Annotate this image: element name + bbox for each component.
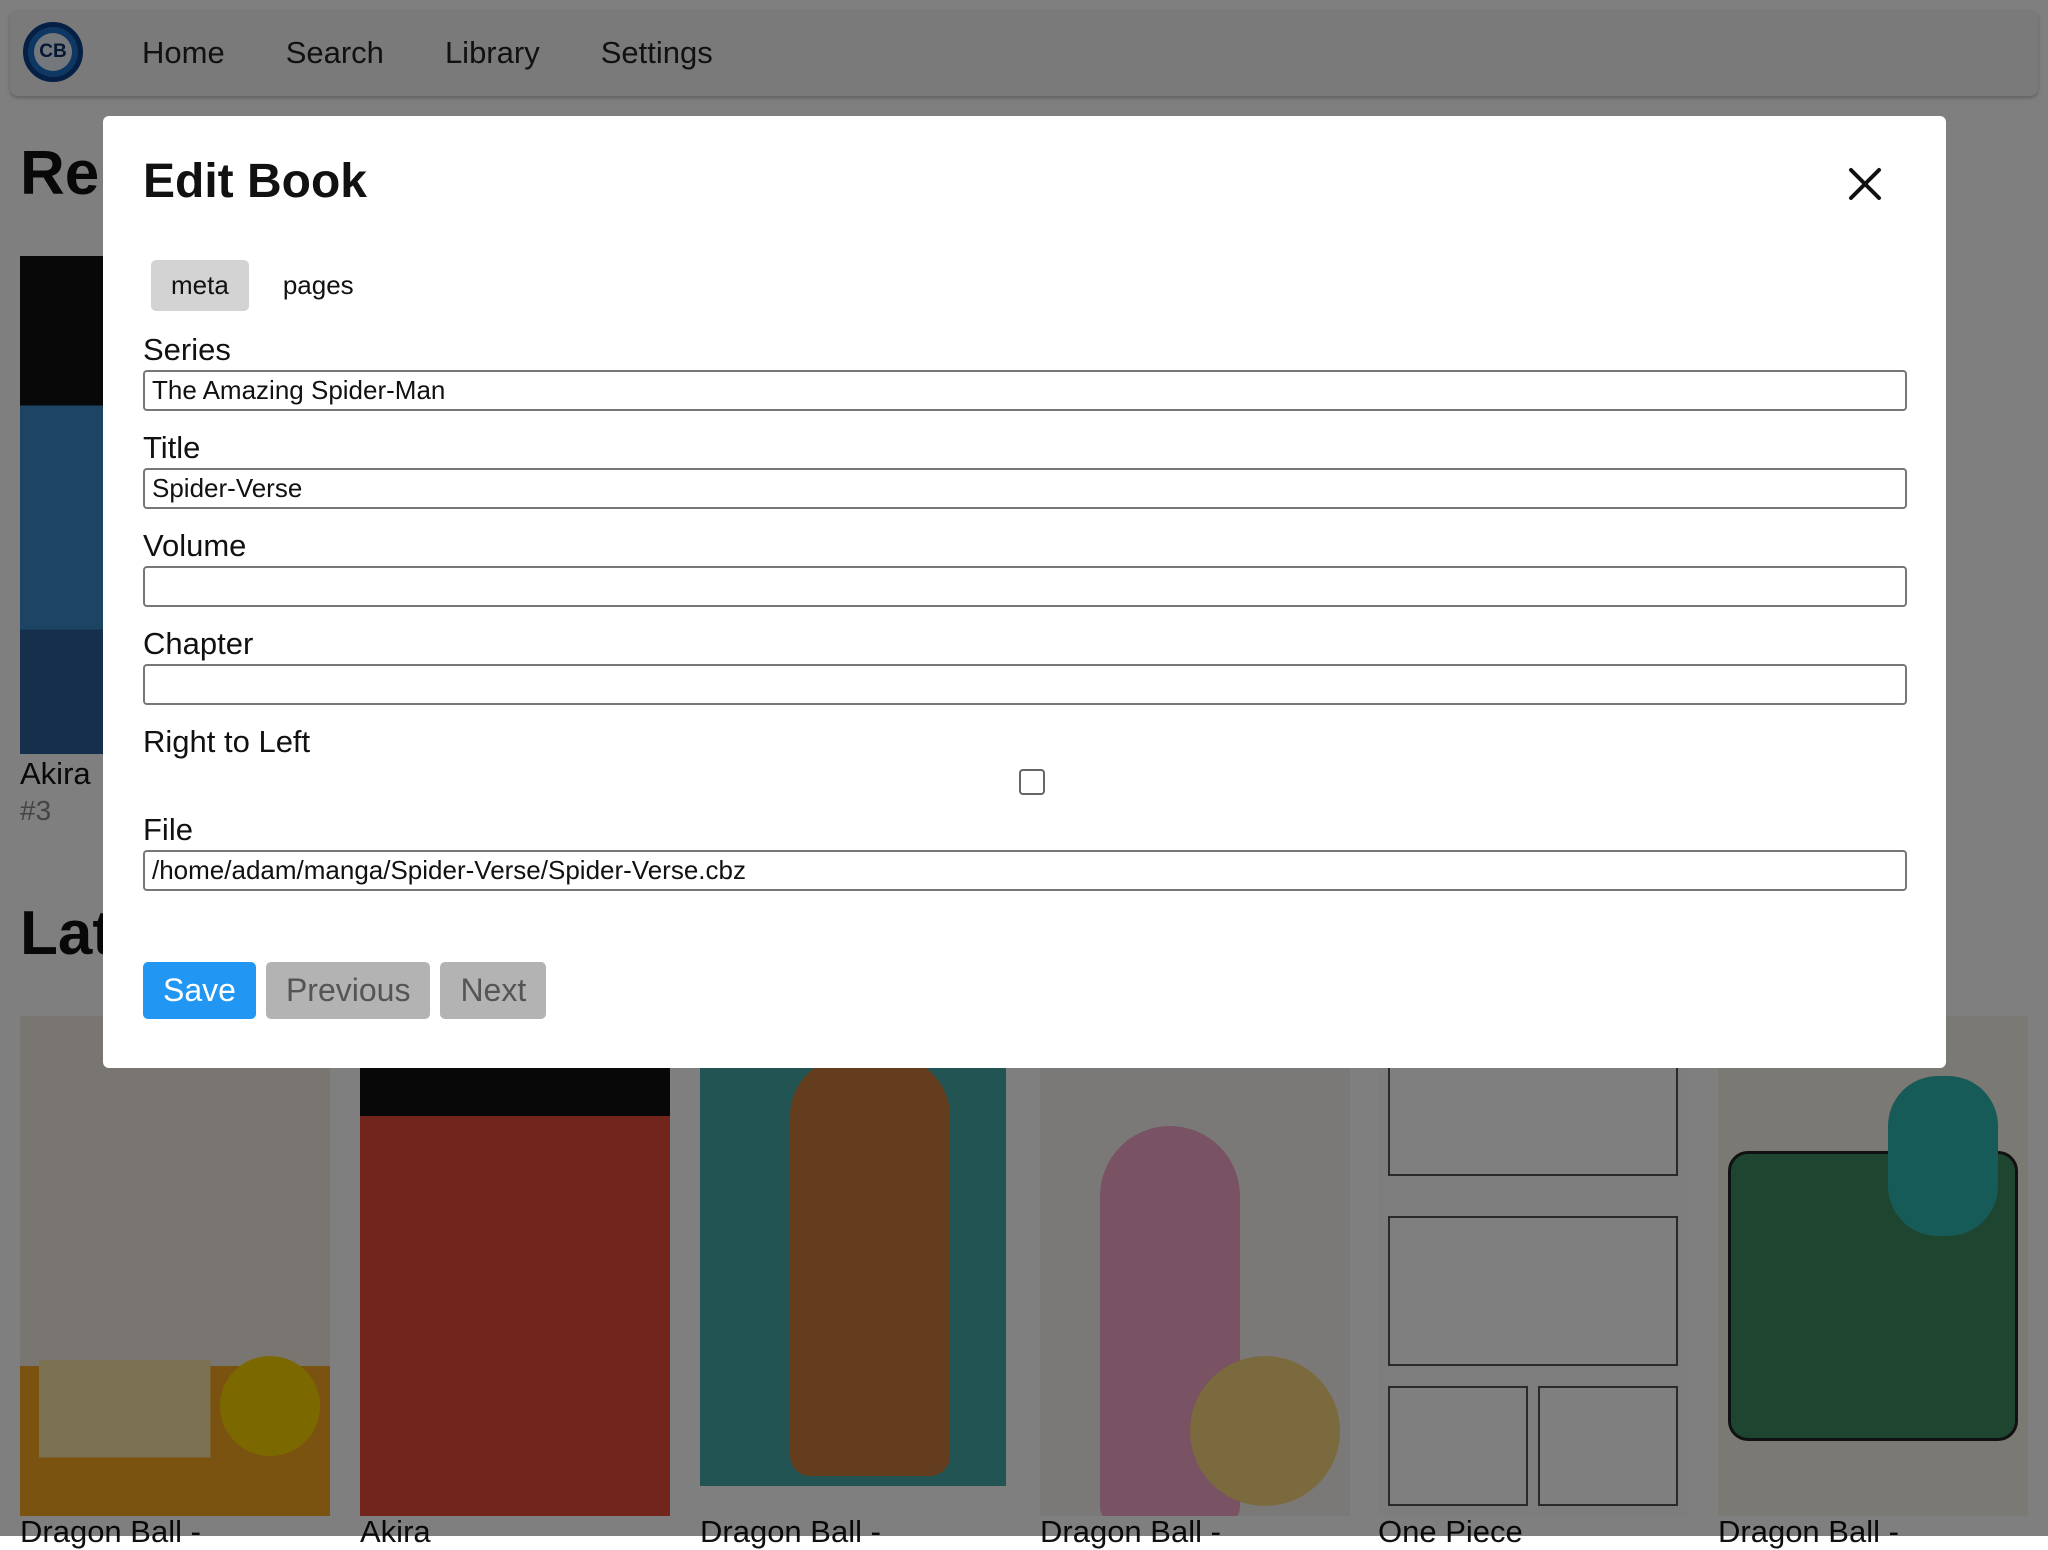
tab-pages[interactable]: pages [263, 260, 374, 311]
series-field[interactable] [143, 370, 1907, 411]
modal-actions: Save Previous Next [143, 962, 556, 1019]
save-button[interactable]: Save [143, 962, 256, 1019]
rtl-label: Right to Left [143, 724, 311, 759]
rtl-checkbox[interactable] [1019, 769, 1045, 795]
modal-title: Edit Book [143, 155, 367, 208]
file-field[interactable] [143, 850, 1907, 891]
chapter-label: Chapter [143, 626, 254, 661]
modal-tabs: meta pages [151, 260, 388, 311]
volume-field[interactable] [143, 566, 1907, 607]
title-label: Title [143, 430, 201, 465]
close-icon[interactable] [1843, 162, 1887, 206]
series-label: Series [143, 332, 231, 367]
chapter-field[interactable] [143, 664, 1907, 705]
next-button[interactable]: Next [440, 962, 547, 1019]
file-label: File [143, 812, 193, 847]
tab-meta[interactable]: meta [151, 260, 249, 311]
edit-book-modal: Edit Book meta pages Series Title Volume… [103, 116, 1946, 1068]
title-field[interactable] [143, 468, 1907, 509]
volume-label: Volume [143, 528, 247, 563]
previous-button[interactable]: Previous [265, 962, 431, 1019]
